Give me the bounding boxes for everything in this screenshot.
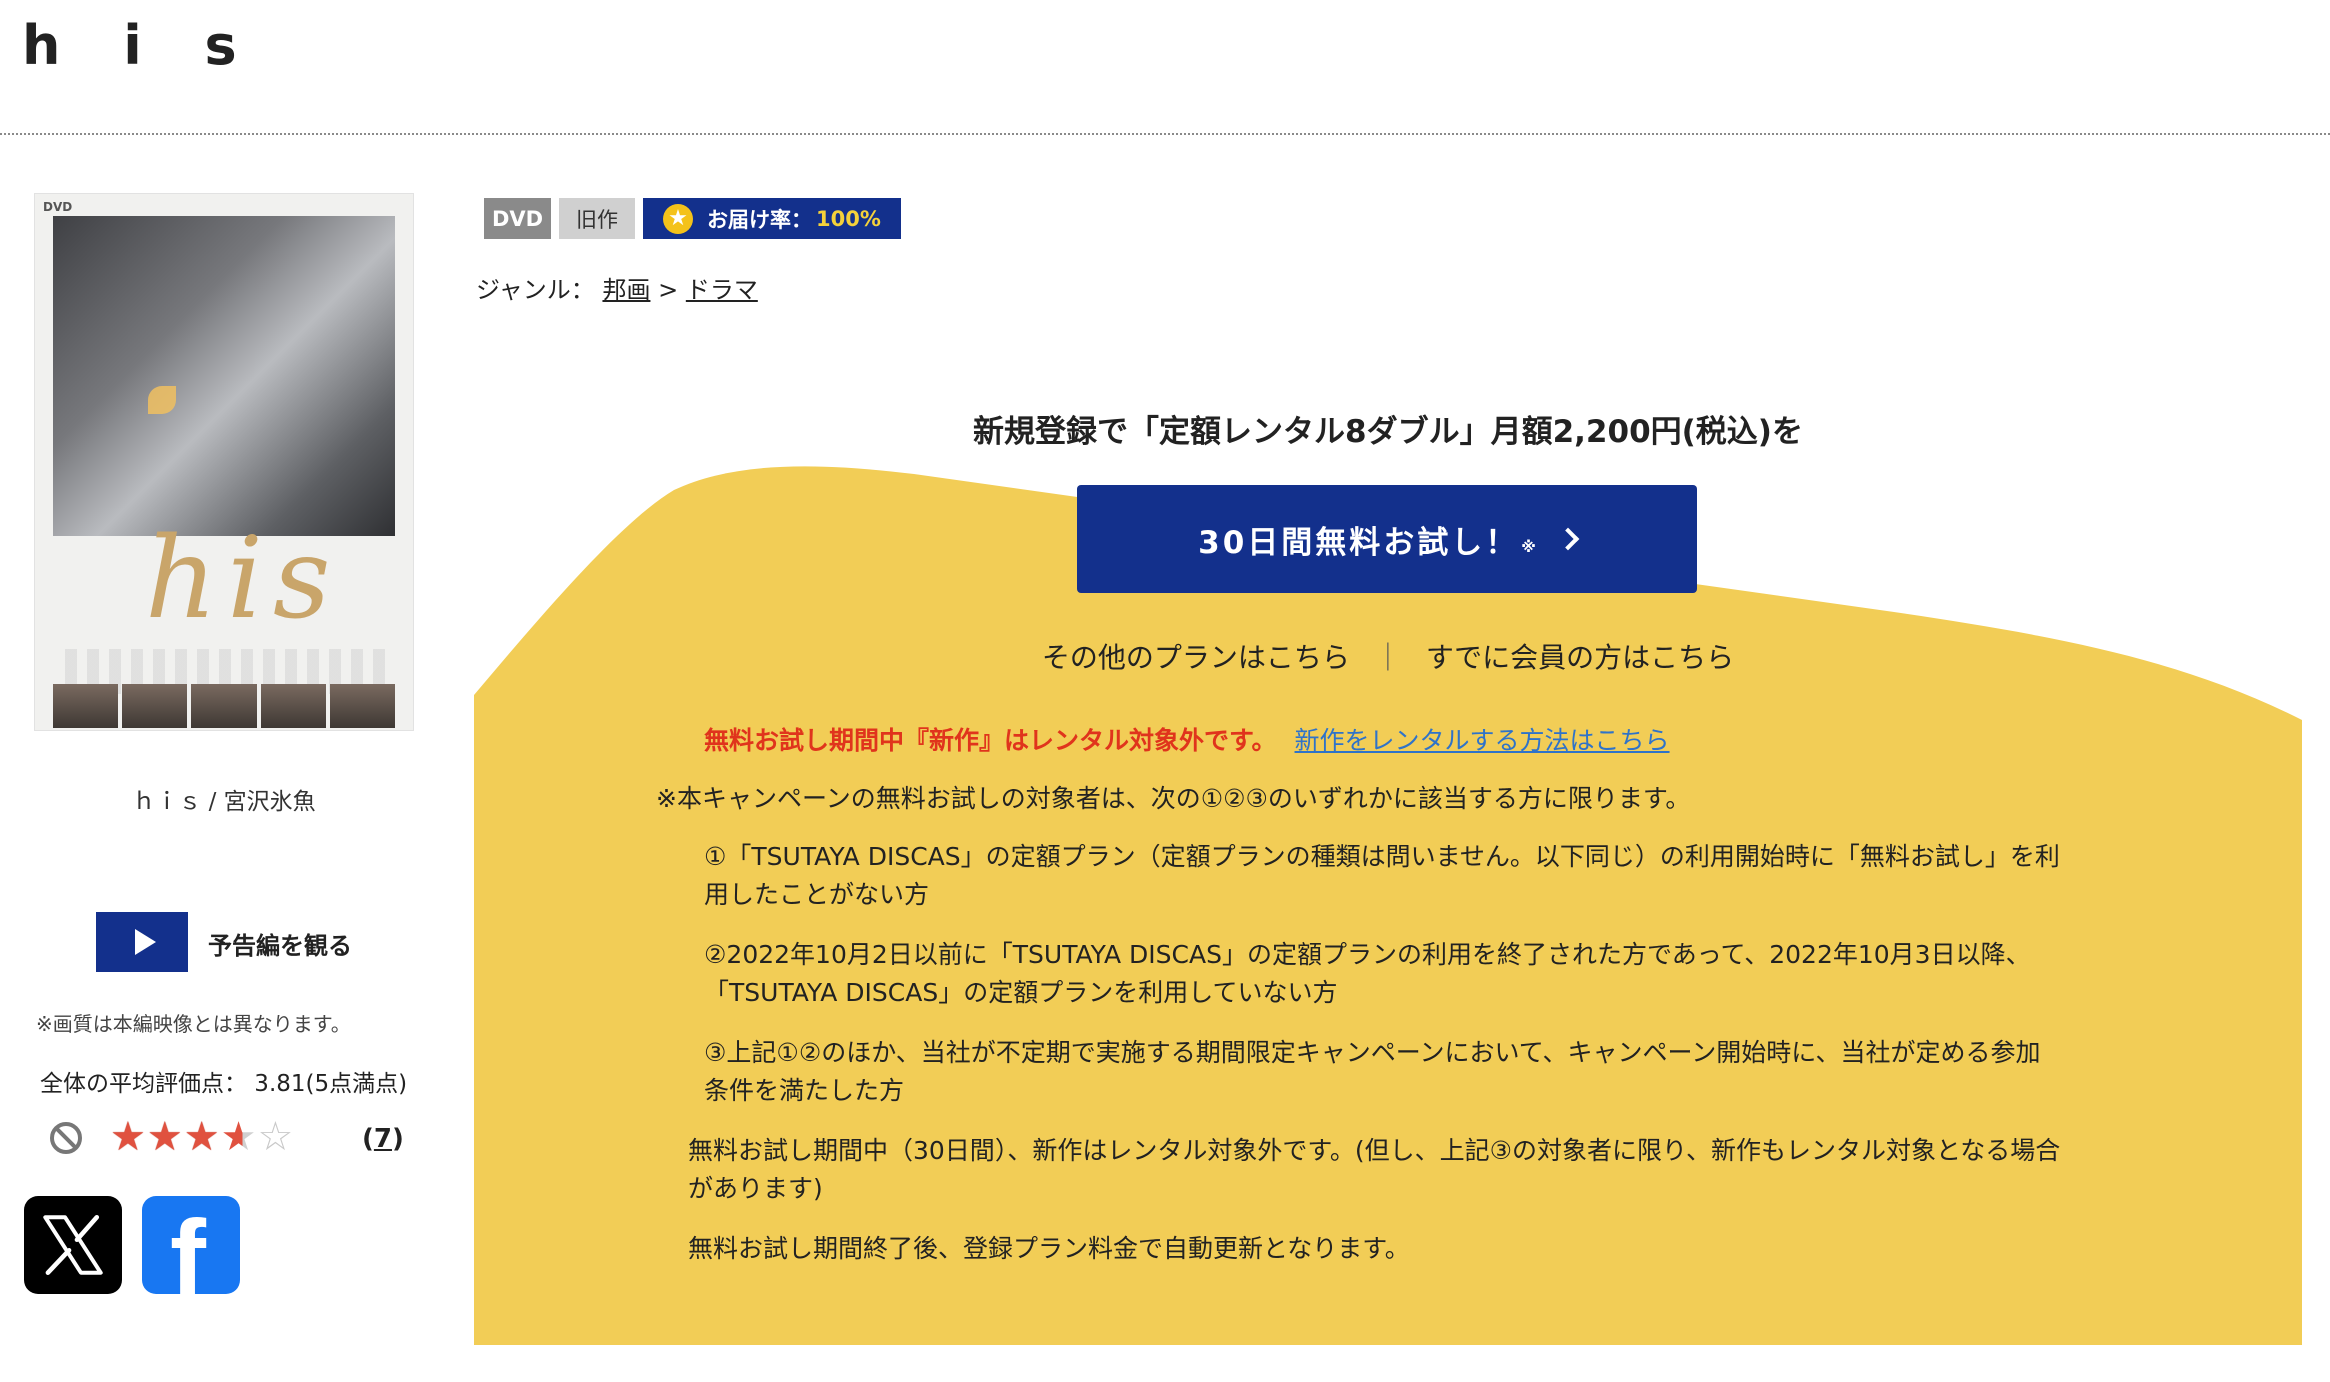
trailer-label[interactable]: 予告編を観る [208,926,352,961]
auto-renewal-note: 無料お試し期間終了後、登録プラン料金で自動更新となります。 [688,1234,1410,1263]
member-login-link[interactable]: すでに会員の方はこちら [1426,641,1734,674]
eligibility-item-3: ③上記①②のほか、当社が不定期で実施する期間限定キャンペーンにおいて、キャンペー… [704,1038,2041,1105]
new-release-rental-link[interactable]: 新作をレンタルする方法はこちら [1295,726,1670,755]
eligibility-note: ※本キャンペーンの無料お試しの対象者は、次の①②③のいずれかに該当する方に限りま… [656,784,1691,813]
chevron-right-icon [1556,527,1580,551]
new-release-warning: 無料お試し期間中『新作』はレンタル対象外です。 新作をレンタルする方法はこちら [704,722,1670,760]
free-trial-button[interactable]: 30日間無料お試し！ ※ [1077,485,1697,593]
other-plans-link[interactable]: その他のプランはこちら [1042,641,1350,674]
eligibility-item-1: ①「TSUTAYA DISCAS」の定額プラン（定額プランの種類は問いません。以… [704,842,2060,909]
rating-stars: ★★★★☆ [110,1115,294,1159]
star-icon: ★ [146,1114,184,1160]
star-icon: ★ [183,1114,221,1160]
link-separator: ｜ [1373,641,1402,674]
campaign-headline: 新規登録で「定額レンタル8ダブル」月額2,200円(税込)を [973,414,1803,450]
jacket-dvd-mark: DVD [43,200,73,214]
play-icon [134,929,156,955]
quality-note: ※画質は本編映像とは異なります。 [36,1012,351,1036]
star-icon: ★ [110,1114,147,1160]
facebook-share-button[interactable]: f [142,1196,240,1294]
page-title: h i s [22,14,259,77]
warning-text: 無料お試し期間中『新作』はレンタル対象外です。 [704,726,1277,755]
x-logo-icon [43,1214,103,1276]
work-caption: ｈｉｓ / 宮沢氷魚 [132,789,316,815]
prohibited-icon[interactable] [50,1122,82,1154]
trailer-play-button[interactable] [96,912,188,972]
free-trial-label: 30日間無料お試し！ [1198,524,1520,561]
star-empty-icon: ☆ [257,1114,295,1160]
review-count-link[interactable]: (7) [362,1124,404,1154]
trial-period-note: 無料お試し期間中（30日間）、新作はレンタル対象外です。(但し、上記③の対象者に… [688,1136,2061,1203]
average-rating: 全体の平均評価点： 3.81(5点満点) [40,1071,408,1097]
plan-links: その他のプランはこちら ｜ すでに会員の方はこちら [474,636,2302,676]
jacket-photo [53,216,395,536]
dvd-jacket-image[interactable]: DVD his [34,193,414,731]
x-share-button[interactable] [24,1196,122,1294]
eligibility-item-2: ②2022年10月2日以前に「TSUTAYA DISCAS」の定額プランの利用を… [704,940,2031,1007]
jacket-thumbnails [53,684,396,728]
star-icon: ★ [220,1114,258,1160]
jacket-title-logo: his [145,514,341,644]
free-trial-note-mark: ※ [1521,538,1536,556]
facebook-icon: f [170,1197,206,1295]
